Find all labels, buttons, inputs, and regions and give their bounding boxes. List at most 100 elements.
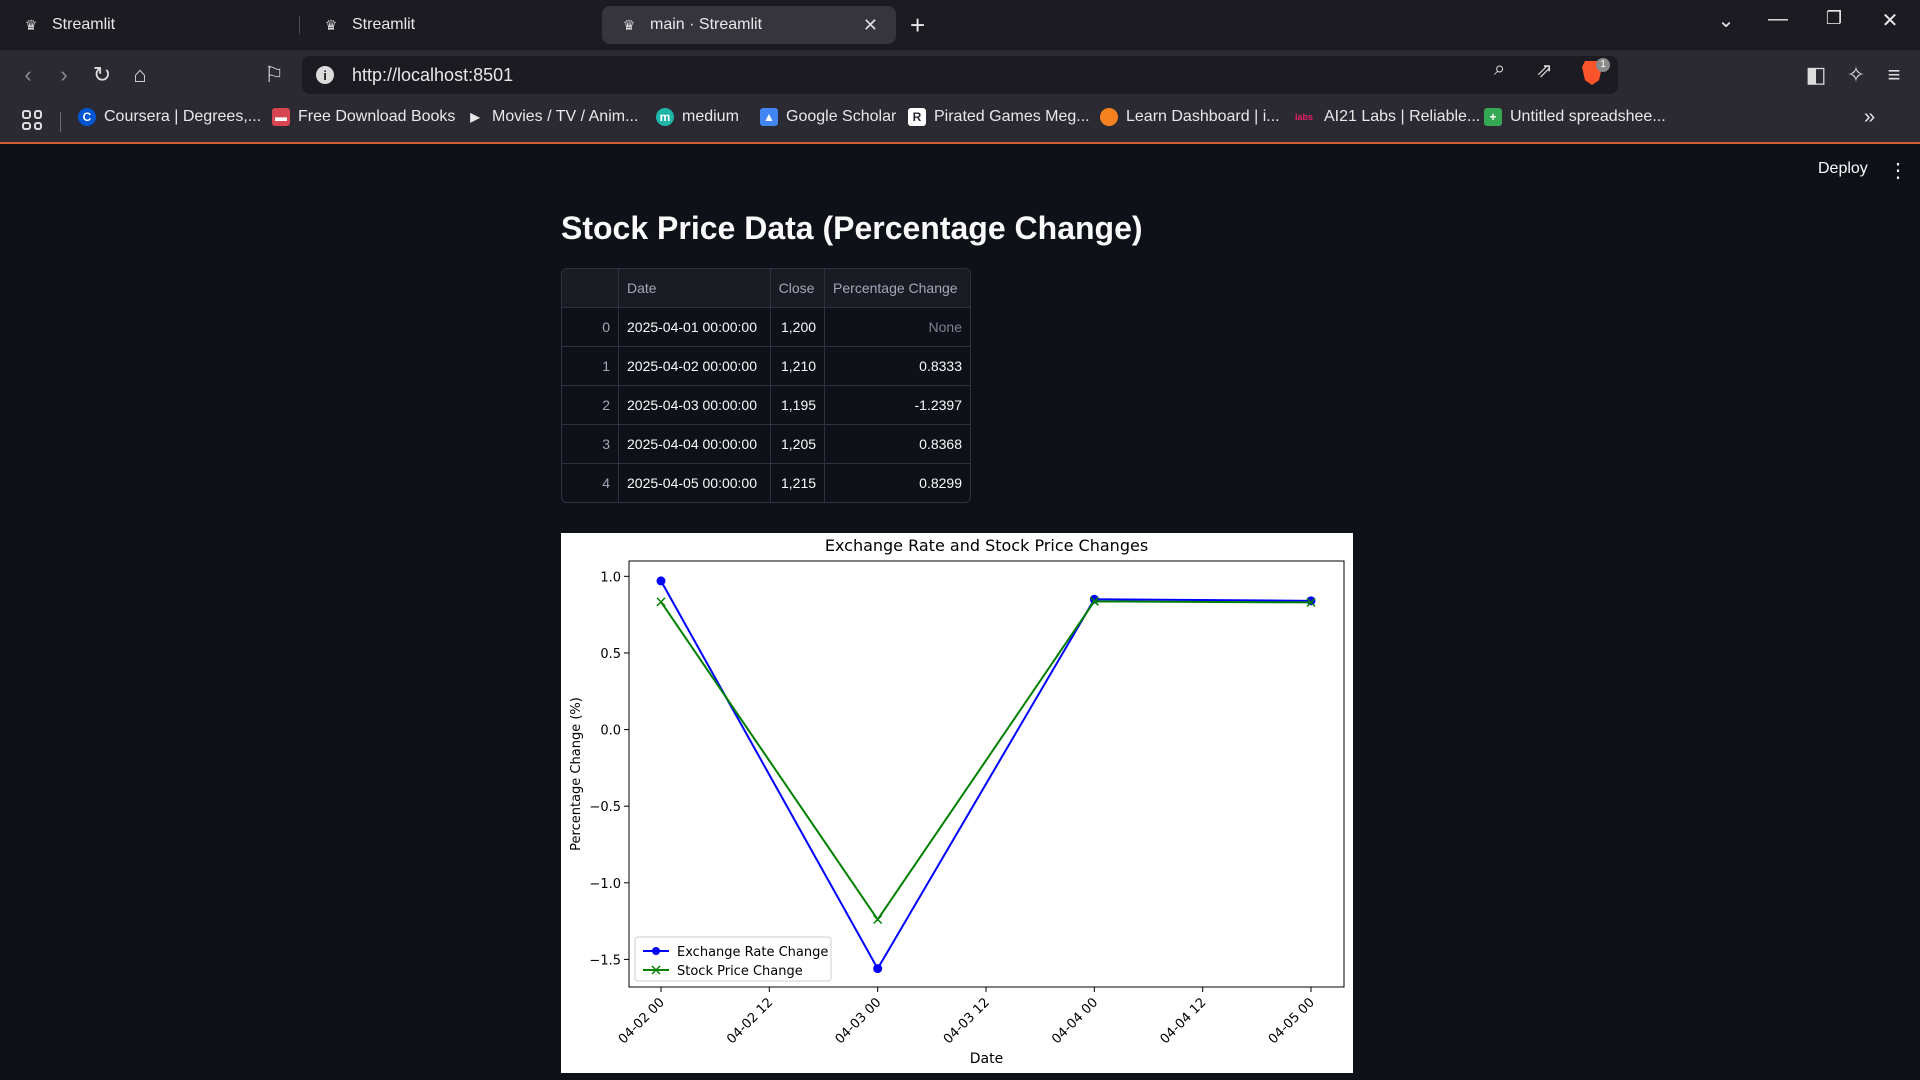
legend-label: Exchange Rate Change xyxy=(677,945,828,960)
tab-label: Streamlit xyxy=(52,16,116,33)
close-window-icon[interactable]: ✕ xyxy=(1870,8,1910,33)
tab-streamlit-2[interactable]: ♛ Streamlit xyxy=(304,6,594,44)
cell-close[interactable]: 1,205 xyxy=(770,424,826,464)
table-row: 0 2025-04-01 00:00:00 1,200 None xyxy=(562,307,970,347)
bookmark-label: Learn Dashboard | i... xyxy=(1126,108,1280,125)
x-tick-label: 04-03 12 xyxy=(941,995,993,1047)
labs-icon: labs xyxy=(1294,112,1313,122)
cell-date[interactable]: 2025-04-05 00:00:00 xyxy=(618,463,771,502)
bookmark-label: AI21 Labs | Reliable... xyxy=(1324,108,1481,125)
y-tick-label: −1.0 xyxy=(589,877,621,892)
cell-percentage-change[interactable]: 0.8299 xyxy=(825,464,970,503)
bookmark-icon[interactable]: ⚐ xyxy=(260,62,288,88)
tab-list-chevron-icon[interactable]: ⌄ xyxy=(1706,8,1746,33)
table-row: 3 2025-04-04 00:00:00 1,205 0.8368 xyxy=(562,424,970,464)
medium-icon: m xyxy=(656,108,674,126)
book-icon: ▬ xyxy=(272,108,290,126)
address-bar[interactable]: i http://localhost:8501 xyxy=(302,56,1618,94)
site-info-icon[interactable]: i xyxy=(316,66,334,84)
new-tab-button[interactable]: + xyxy=(910,10,925,41)
y-tick-label: −0.5 xyxy=(589,800,621,815)
back-icon[interactable]: ‹ xyxy=(14,62,42,88)
cell-percentage-change[interactable]: 0.8333 xyxy=(824,346,970,386)
coursera-icon: C xyxy=(78,108,96,126)
more-bookmarks-icon[interactable]: » xyxy=(1864,106,1875,129)
cell-percentage-change[interactable]: -1.2397 xyxy=(824,385,970,425)
cell-date[interactable]: 2025-04-03 00:00:00 xyxy=(618,385,771,425)
leo-ai-icon[interactable]: ✧ xyxy=(1842,62,1870,88)
table-row: 2 2025-04-03 00:00:00 1,195 -1.2397 xyxy=(562,385,970,425)
bookmarks-bar: C Coursera | Degrees,... ▬ Free Download… xyxy=(0,100,1920,144)
tab-label: Streamlit xyxy=(352,16,416,33)
cell-percentage-change[interactable]: None xyxy=(824,307,970,347)
minimize-icon[interactable]: — xyxy=(1758,8,1798,31)
x-tick-label: 04-02 00 xyxy=(616,995,668,1047)
legend-label: Stock Price Change xyxy=(677,964,803,979)
bookmark-google-scholar[interactable]: ▲ Google Scholar xyxy=(760,108,896,126)
share-icon[interactable]: ⇗ xyxy=(1536,58,1553,83)
bookmark-label: Pirated Games Meg... xyxy=(934,108,1090,125)
bookmark-pirated-games[interactable]: R Pirated Games Meg... xyxy=(908,108,1090,126)
zoom-icon[interactable]: ⌕ xyxy=(1494,58,1505,81)
bookmark-coursera[interactable]: C Coursera | Degrees,... xyxy=(78,108,261,126)
brave-badge: 1 xyxy=(1596,58,1610,72)
cell-close[interactable]: 1,215 xyxy=(770,463,826,502)
table-header-row: Date Close Percentage Change xyxy=(562,269,970,308)
column-header-close[interactable]: Close xyxy=(770,269,826,308)
close-tab-icon[interactable]: ✕ xyxy=(863,15,878,36)
data-point xyxy=(656,576,666,586)
menu-icon[interactable]: ≡ xyxy=(1880,62,1908,88)
column-header-index[interactable] xyxy=(562,269,619,308)
cell-close[interactable]: 1,200 xyxy=(770,307,826,347)
apps-grid-icon[interactable] xyxy=(22,110,42,130)
bookmarks-divider xyxy=(60,112,61,132)
data-point xyxy=(873,964,883,974)
cell-date[interactable]: 2025-04-04 00:00:00 xyxy=(618,424,771,464)
bookmark-medium[interactable]: m medium xyxy=(656,108,739,126)
column-header-percentage-change[interactable]: Percentage Change xyxy=(824,269,970,308)
row-index: 4 xyxy=(562,463,619,502)
cell-date[interactable]: 2025-04-02 00:00:00 xyxy=(618,346,771,386)
streamlit-crown-icon: ♛ xyxy=(622,16,636,33)
series-line-2 xyxy=(660,600,1312,922)
row-index: 1 xyxy=(562,346,619,386)
sidebar-icon[interactable]: ◧ xyxy=(1802,62,1830,88)
restore-icon[interactable]: ❐ xyxy=(1814,8,1854,29)
bookmark-ai21-labs[interactable]: labs AI21 Labs | Reliable... xyxy=(1292,108,1480,126)
forward-icon[interactable]: › xyxy=(50,62,78,88)
page-title: Stock Price Data (Percentage Change) xyxy=(561,210,1143,246)
dataframe[interactable]: Date Close Percentage Change 0 2025-04-0… xyxy=(561,268,971,503)
tab-label: main · Streamlit xyxy=(650,16,763,33)
bookmark-learn-dashboard[interactable]: Learn Dashboard | i... xyxy=(1100,108,1280,126)
tab-streamlit-1[interactable]: ♛ Streamlit xyxy=(4,6,294,44)
legend-marker xyxy=(652,947,660,955)
home-icon[interactable]: ⌂ xyxy=(126,62,154,88)
main-menu-icon[interactable]: ⋮ xyxy=(1888,158,1908,183)
x-tick-label: 04-05 00 xyxy=(1266,995,1318,1047)
y-axis-label: Percentage Change (%) xyxy=(569,697,584,851)
bookmark-free-download-books[interactable]: ▬ Free Download Books xyxy=(272,108,455,126)
chart-title: Exchange Rate and Stock Price Changes xyxy=(825,536,1148,555)
cell-percentage-change[interactable]: 0.8368 xyxy=(824,424,970,464)
cell-close[interactable]: 1,210 xyxy=(770,346,826,386)
bookmark-label: Coursera | Degrees,... xyxy=(104,108,262,125)
sheets-icon: + xyxy=(1484,108,1502,126)
row-index: 2 xyxy=(562,385,619,425)
table-row: 1 2025-04-02 00:00:00 1,210 0.8333 xyxy=(562,346,970,386)
cell-date[interactable]: 2025-04-01 00:00:00 xyxy=(618,307,771,347)
bookmark-label: Untitled spreadshee... xyxy=(1510,108,1666,125)
deploy-button[interactable]: Deploy xyxy=(1818,160,1868,178)
bookmark-label: medium xyxy=(682,108,739,125)
cell-close[interactable]: 1,195 xyxy=(770,385,826,425)
bookmark-movies[interactable]: ▶ Movies / TV / Anim... xyxy=(466,108,638,126)
bookmark-untitled-spreadsheet[interactable]: + Untitled spreadshee... xyxy=(1484,108,1666,126)
streamlit-crown-icon: ♛ xyxy=(324,16,338,33)
y-tick-label: 1.0 xyxy=(600,570,621,585)
reload-icon[interactable]: ↻ xyxy=(88,62,116,88)
bookmark-label: Free Download Books xyxy=(298,108,456,125)
column-header-date[interactable]: Date xyxy=(618,269,771,308)
tab-main-streamlit[interactable]: ♛ main · Streamlit ✕ xyxy=(602,6,896,44)
data-point xyxy=(873,914,883,925)
y-tick-label: 0.5 xyxy=(600,647,621,662)
url-text: http://localhost:8501 xyxy=(352,64,514,85)
